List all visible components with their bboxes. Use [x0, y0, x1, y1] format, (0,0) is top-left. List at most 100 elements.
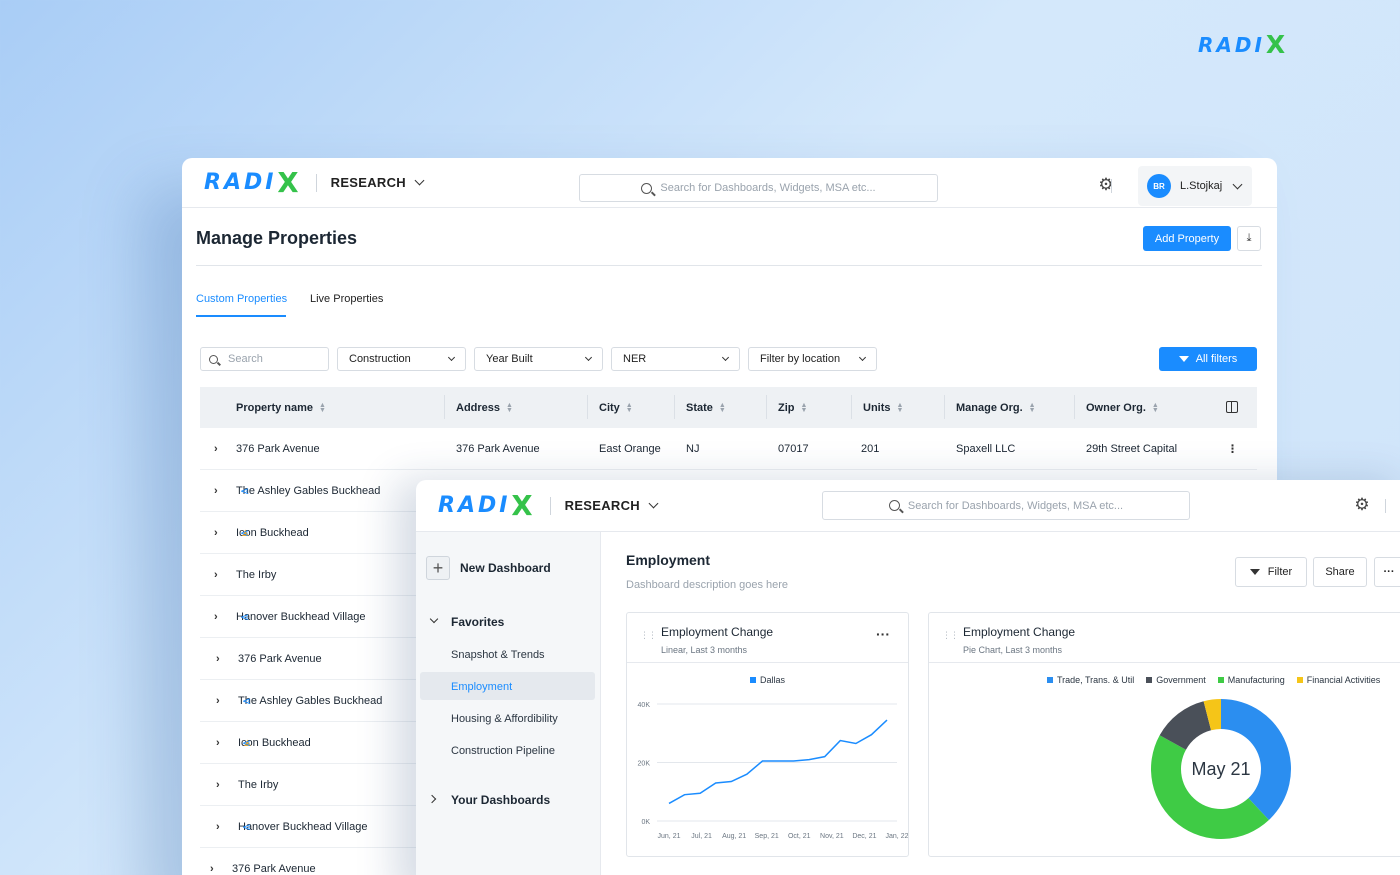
page-title: Manage Properties — [196, 228, 358, 248]
chevron-right-icon[interactable]: › — [216, 737, 220, 749]
construction-dropdown[interactable]: Construction — [337, 347, 466, 371]
chevron-right-icon[interactable]: › — [216, 821, 220, 833]
card-subtitle: Pie Chart, Last 3 months — [963, 645, 1063, 655]
more-button[interactable]: ··· — [1374, 557, 1400, 587]
ner-dropdown[interactable]: NER — [611, 347, 740, 371]
x-tick-label: Jun, 21 — [658, 833, 681, 840]
app-logo[interactable]: RADI X — [438, 490, 536, 522]
employment-change-pie-card: ⋮⋮ Employment Change Pie Chart, Last 3 m… — [928, 612, 1400, 857]
chevron-down-icon — [858, 353, 867, 361]
sidebar-item-employment[interactable]: Employment — [451, 681, 512, 693]
column-header[interactable]: City ▲ ▼ — [599, 402, 633, 414]
chevron-down-icon — [1232, 179, 1243, 189]
year-built-dropdown[interactable]: Year Built — [474, 347, 603, 371]
new-dashboard-button[interactable]: New Dashboard — [460, 561, 551, 575]
column-header[interactable]: Manage Org. ▲ ▼ — [956, 402, 1036, 414]
x-tick-label: Jul, 21 — [691, 833, 712, 840]
chevron-right-icon[interactable]: › — [210, 863, 214, 875]
search-icon — [641, 182, 653, 194]
app-logo[interactable]: RADI X — [204, 167, 302, 199]
more-icon[interactable]: ··· — [876, 626, 890, 642]
donut-slice-manufacturing — [1151, 735, 1269, 839]
plus-icon[interactable]: + — [426, 556, 450, 580]
line-chart: 0K 20K 40K Jun, 21 Jul, 21 Aug, 21 Sep, 21 Oct,… — [638, 675, 908, 840]
divider — [1385, 499, 1386, 513]
chevron-down-icon — [447, 353, 456, 361]
filter-button[interactable]: Filter — [1235, 557, 1307, 587]
share-icon[interactable]: ⋖ — [240, 610, 249, 623]
brand-logo: RADI X — [1198, 30, 1289, 59]
table-row[interactable]: › 376 Park Avenue 376 Park Avenue East O… — [200, 428, 1257, 470]
global-search-input[interactable]: Search for Dashboards, Widgets, MSA etc.… — [822, 491, 1190, 520]
global-search-input[interactable]: Search for Dashboards, Widgets, MSA etc.… — [579, 174, 938, 202]
share-icon[interactable]: ⋖ — [240, 526, 249, 539]
chevron-down-icon[interactable] — [429, 614, 439, 624]
tab-live-properties[interactable]: Live Properties — [310, 293, 383, 305]
top-navbar: RADI X RESEARCH Search for Dashboards, Wi… — [416, 480, 1400, 532]
share-icon[interactable]: ⋖ — [242, 736, 251, 749]
chevron-right-icon[interactable]: › — [216, 779, 220, 791]
sidebar-item-snapshot-trends[interactable]: Snapshot & Trends — [451, 649, 545, 661]
more-icon: ··· — [1383, 566, 1395, 578]
top-navbar: RADI X RESEARCH Search for Dashboards, Wi… — [182, 158, 1277, 208]
share-icon[interactable]: ⋖ — [240, 484, 249, 497]
sort-icon: ▲ ▼ — [319, 401, 326, 414]
active-tab-indicator — [196, 315, 286, 317]
search-icon — [209, 354, 218, 364]
column-header[interactable]: Units ▲ ▼ — [863, 402, 903, 414]
series-line-dallas — [668, 719, 888, 805]
sort-icon: ▲ ▼ — [896, 401, 904, 414]
your-dashboards-section[interactable]: Your Dashboards — [451, 793, 550, 807]
y-tick-label: 20K — [638, 761, 651, 768]
chevron-right-icon[interactable] — [427, 794, 437, 804]
column-header[interactable]: Owner Org. ▲ ▼ — [1086, 402, 1159, 414]
share-icon[interactable]: ⋖ — [242, 820, 251, 833]
user-name: L.Stojkaj — [1180, 180, 1223, 192]
sort-icon: ▲ ▼ — [1028, 401, 1036, 414]
sidebar-item-construction[interactable]: Construction Pipeline — [451, 745, 555, 757]
table-search-input[interactable]: Search — [200, 347, 329, 371]
card-title: Employment Change — [661, 625, 774, 639]
column-header[interactable]: Zip ▲ ▼ — [778, 402, 807, 414]
download-button[interactable]: ⤓ — [1237, 226, 1261, 251]
tab-custom-properties[interactable]: Custom Properties — [196, 293, 287, 305]
chevron-right-icon[interactable]: › — [214, 569, 218, 581]
more-icon[interactable]: ⋮ — [1227, 442, 1238, 455]
app-switcher[interactable]: RESEARCH — [331, 175, 406, 190]
chevron-right-icon[interactable]: › — [214, 443, 218, 455]
download-icon: ⤓ — [1246, 232, 1252, 244]
share-button[interactable]: Share — [1313, 557, 1367, 587]
dashboard-sidebar: + New Dashboard Favorites Snapshot & Tre… — [416, 532, 601, 875]
gear-icon[interactable]: ⚙ — [1354, 495, 1370, 514]
add-property-button[interactable]: Add Property — [1143, 226, 1231, 251]
chevron-down-icon[interactable] — [648, 498, 659, 509]
column-header[interactable]: Property name ▲ ▼ — [236, 402, 326, 414]
divider — [196, 265, 1262, 266]
x-tick-label: Dec, 21 — [852, 833, 876, 840]
legend-swatch — [750, 677, 756, 683]
x-tick-label: Nov, 21 — [820, 833, 844, 840]
column-header[interactable]: Address ▲ ▼ — [456, 402, 513, 414]
legend-swatch — [1047, 677, 1053, 683]
share-icon[interactable]: ⋖ — [242, 694, 251, 707]
chevron-down-icon[interactable] — [414, 175, 425, 186]
chevron-right-icon[interactable]: › — [214, 611, 218, 623]
chevron-right-icon[interactable]: › — [216, 695, 220, 707]
user-menu[interactable]: BR L.Stojkaj — [1138, 166, 1252, 206]
favorites-section[interactable]: Favorites — [451, 615, 504, 629]
legend-swatch — [1146, 677, 1153, 683]
chevron-right-icon[interactable]: › — [214, 485, 218, 497]
column-header[interactable]: State ▲ ▼ — [686, 402, 726, 414]
card-subtitle: Linear, Last 3 months — [661, 645, 748, 655]
app-switcher[interactable]: RESEARCH — [565, 498, 640, 513]
drag-handle-icon[interactable]: ⋮⋮ — [640, 631, 657, 640]
filter-icon — [1249, 569, 1260, 575]
dashboard-title: Employment — [626, 552, 711, 568]
columns-icon[interactable] — [1226, 401, 1238, 413]
chevron-right-icon[interactable]: › — [216, 653, 220, 665]
drag-handle-icon[interactable]: ⋮⋮ — [942, 631, 959, 640]
location-dropdown[interactable]: Filter by location — [748, 347, 877, 371]
chevron-right-icon[interactable]: › — [214, 527, 218, 539]
all-filters-button[interactable]: All filters — [1159, 347, 1257, 371]
sidebar-item-housing[interactable]: Housing & Affordibility — [451, 713, 558, 725]
